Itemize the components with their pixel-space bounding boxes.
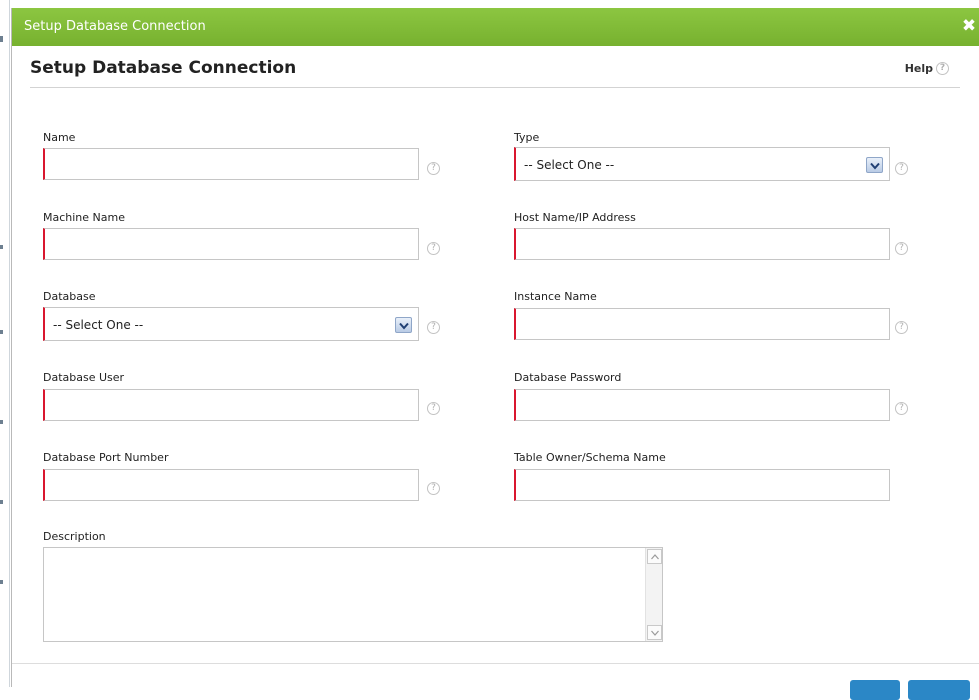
background-window-edge [0,0,10,687]
host-input[interactable] [514,228,890,260]
instance-input[interactable] [514,308,890,340]
help-icon: ? [936,62,949,75]
db-user-label: Database User [43,371,125,384]
type-help-icon[interactable]: ? [895,162,908,175]
footer-button-secondary[interactable] [908,680,970,700]
edge-marker [0,245,3,249]
heading-divider [30,87,960,88]
db-user-help-icon[interactable]: ? [427,402,440,415]
edge-marker [0,500,3,504]
footer-button-primary[interactable] [850,680,900,700]
description-textarea[interactable] [43,547,663,642]
help-label: Help [904,62,933,75]
type-label: Type [514,131,540,144]
schema-input[interactable] [514,469,890,501]
database-select[interactable]: -- Select One -- [43,307,419,341]
database-label: Database [43,290,96,303]
schema-label: Table Owner/Schema Name [514,451,666,464]
machine-name-label: Machine Name [43,211,125,224]
edge-marker [0,420,3,424]
port-help-icon[interactable]: ? [427,482,440,495]
scroll-down-icon[interactable] [647,625,662,640]
edge-marker [0,330,3,334]
page-title: Setup Database Connection [30,58,297,78]
dialog-titlebar[interactable]: Setup Database Connection ✖ [12,8,979,46]
setup-database-dialog: Setup Database Connection ✖ Setup Databa… [11,8,979,700]
type-select-value: -- Select One -- [524,158,615,172]
port-input[interactable] [43,469,419,501]
scroll-up-icon[interactable] [647,549,662,564]
machine-name-input[interactable] [43,228,419,260]
db-password-help-icon[interactable]: ? [895,402,908,415]
host-help-icon[interactable]: ? [895,242,908,255]
db-password-label: Database Password [514,371,622,384]
description-label: Description [43,530,106,543]
name-label: Name [43,131,76,144]
chevron-down-icon[interactable] [395,317,412,333]
database-select-value: -- Select One -- [53,318,144,332]
description-scrollbar[interactable] [645,548,662,641]
name-input[interactable] [43,148,419,180]
dialog-title: Setup Database Connection [24,19,206,34]
db-user-input[interactable] [43,389,419,421]
instance-help-icon[interactable]: ? [895,321,908,334]
machine-name-help-icon[interactable]: ? [427,242,440,255]
database-help-icon[interactable]: ? [427,321,440,334]
edge-marker [0,36,3,42]
host-label: Host Name/IP Address [514,211,636,224]
name-help-icon[interactable]: ? [427,162,440,175]
edge-marker [0,580,3,584]
close-icon[interactable]: ✖ [960,17,978,35]
db-password-input[interactable] [514,389,890,421]
instance-label: Instance Name [514,290,597,303]
chevron-down-icon[interactable] [866,157,883,173]
type-select[interactable]: -- Select One -- [514,147,890,181]
port-label: Database Port Number [43,451,169,464]
help-link[interactable]: Help ? [905,62,949,75]
footer-divider [12,663,979,664]
